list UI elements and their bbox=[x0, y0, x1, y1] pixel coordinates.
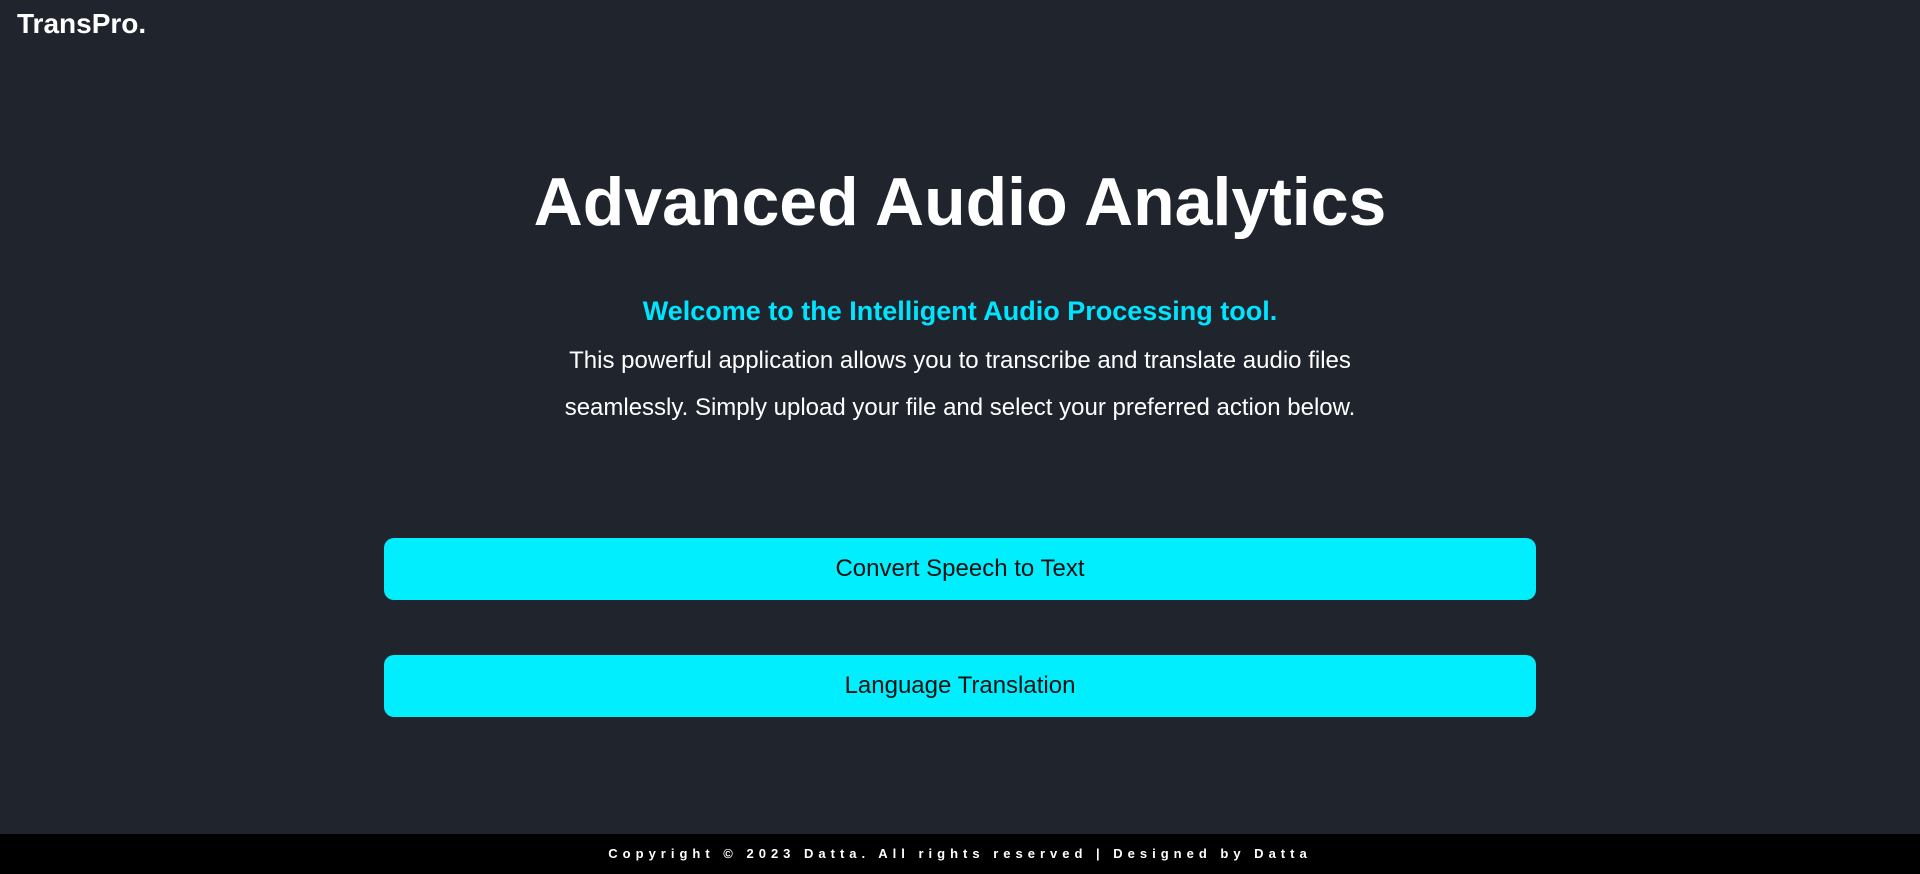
footer-copyright: Copyright © 2023 Datta. All rights reser… bbox=[0, 834, 1920, 874]
page: TransPro. Advanced Audio Analytics Welco… bbox=[0, 0, 1920, 874]
language-translation-button[interactable]: Language Translation bbox=[384, 655, 1536, 717]
page-title: Advanced Audio Analytics bbox=[533, 164, 1387, 240]
convert-speech-to-text-button[interactable]: Convert Speech to Text bbox=[384, 538, 1536, 600]
intro-description: This powerful application allows you to … bbox=[564, 347, 1356, 421]
welcome-heading: Welcome to the Intelligent Audio Process… bbox=[642, 296, 1278, 326]
brand-logo[interactable]: TransPro. bbox=[17, 7, 146, 41]
